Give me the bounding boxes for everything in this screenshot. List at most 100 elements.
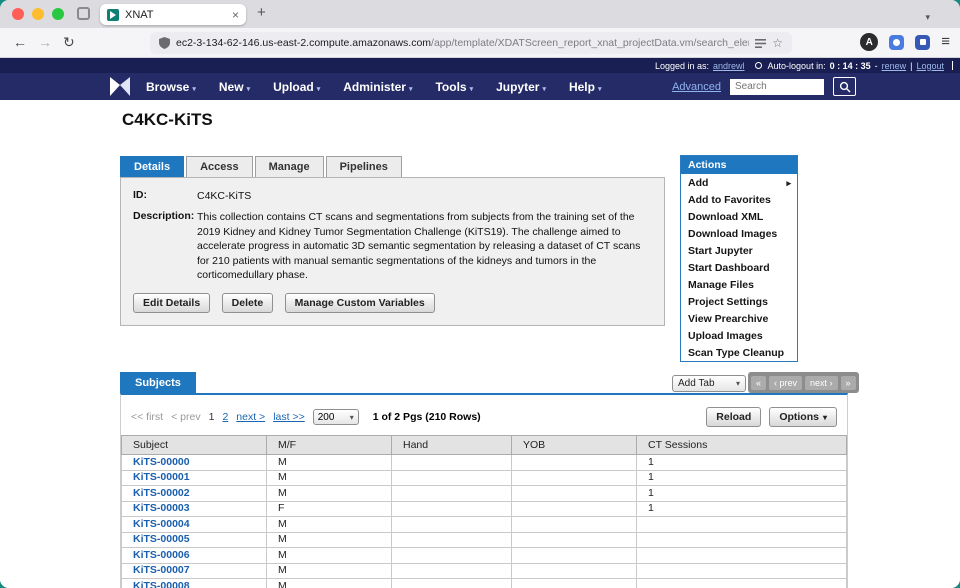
- manage-custom-variables-button[interactable]: Manage Custom Variables: [285, 293, 435, 313]
- description-label: Description:: [133, 210, 197, 282]
- subject-link[interactable]: KiTS-00007: [133, 564, 190, 576]
- action-view-prearchive[interactable]: View Prearchive: [681, 310, 797, 327]
- subject-link[interactable]: KiTS-00006: [133, 549, 190, 561]
- cell-hand: [392, 501, 512, 517]
- advanced-search-link[interactable]: Advanced: [672, 81, 721, 93]
- subject-link[interactable]: KiTS-00008: [133, 580, 190, 588]
- menu-help[interactable]: Help: [569, 80, 602, 94]
- cell-ct-sessions: 1: [637, 501, 847, 517]
- table-row: KiTS-00000 M 1: [122, 455, 847, 471]
- logout-link[interactable]: Logout: [916, 61, 944, 71]
- id-label: ID:: [133, 189, 197, 203]
- firefox-view-icon[interactable]: [77, 7, 90, 20]
- reload-button[interactable]: Reload: [706, 407, 761, 427]
- column-header-ct-sessions[interactable]: CT Sessions: [637, 436, 847, 455]
- options-button[interactable]: Options: [769, 407, 837, 427]
- subject-link[interactable]: KiTS-00001: [133, 471, 190, 483]
- reader-mode-icon[interactable]: [755, 38, 766, 49]
- cell-hand: [392, 517, 512, 533]
- back-button[interactable]: [13, 34, 27, 50]
- shield-icon[interactable]: [159, 37, 170, 49]
- table-row: KiTS-00005 M: [122, 532, 847, 548]
- close-tab-icon[interactable]: [232, 6, 239, 24]
- search-input[interactable]: [730, 79, 824, 95]
- prev-page-link[interactable]: < prev: [171, 411, 200, 423]
- action-upload-images[interactable]: Upload Images: [681, 327, 797, 344]
- add-tab-select[interactable]: Add Tab: [672, 375, 746, 392]
- session-strip: Logged in as: andrewl Auto-logout in: 0 …: [0, 58, 960, 73]
- tab-subjects[interactable]: Subjects: [120, 372, 196, 394]
- pager-first-button[interactable]: «: [751, 376, 766, 390]
- renew-link[interactable]: renew: [882, 61, 907, 71]
- action-manage-files[interactable]: Manage Files: [681, 276, 797, 293]
- logged-in-label: Logged in as:: [655, 61, 709, 71]
- forward-button[interactable]: [38, 34, 52, 50]
- edit-details-button[interactable]: Edit Details: [133, 293, 210, 313]
- cell-yob: [512, 532, 637, 548]
- tab-details[interactable]: Details: [120, 156, 184, 178]
- next-page-link[interactable]: next >: [236, 411, 265, 423]
- page-content: C4KC-KiTS Details Access Manage Pipeline…: [0, 100, 960, 588]
- subject-link[interactable]: KiTS-00000: [133, 456, 190, 468]
- menu-tools[interactable]: Tools: [435, 80, 473, 94]
- minimize-window-button[interactable]: [32, 8, 44, 20]
- menu-upload[interactable]: Upload: [273, 80, 320, 94]
- extension-icon[interactable]: [889, 35, 904, 50]
- cell-yob: [512, 501, 637, 517]
- action-project-settings[interactable]: Project Settings: [681, 293, 797, 310]
- bookmark-star-icon[interactable]: [772, 34, 783, 52]
- pager-next-button[interactable]: next ›: [805, 376, 838, 390]
- menu-browse[interactable]: Browse: [146, 80, 196, 94]
- menu-jupyter[interactable]: Jupyter: [496, 80, 546, 94]
- action-add[interactable]: Add: [681, 174, 797, 191]
- pager-prev-button[interactable]: ‹ prev: [769, 376, 802, 390]
- subjects-table: Subject M/F Hand YOB CT Sessions KiTS-00…: [121, 435, 847, 588]
- current-page-number: 1: [209, 411, 215, 423]
- column-header-subject[interactable]: Subject: [122, 436, 267, 455]
- menu-new[interactable]: New: [219, 80, 250, 94]
- tab-list-chevron-icon[interactable]: [925, 7, 930, 25]
- first-page-link[interactable]: << first: [131, 411, 163, 423]
- page-size-select[interactable]: 200: [313, 409, 359, 425]
- action-download-images[interactable]: Download Images: [681, 225, 797, 242]
- cell-mf: M: [267, 486, 392, 502]
- action-scan-type-cleanup[interactable]: Scan Type Cleanup: [681, 344, 797, 361]
- search-button[interactable]: [833, 77, 856, 96]
- zoom-window-button[interactable]: [52, 8, 64, 20]
- action-add-to-favorites[interactable]: Add to Favorites: [681, 191, 797, 208]
- subject-link[interactable]: KiTS-00002: [133, 487, 190, 499]
- tab-manage[interactable]: Manage: [255, 156, 324, 178]
- xnat-logo[interactable]: [108, 77, 132, 96]
- page-title: C4KC-KiTS: [122, 110, 213, 130]
- username-link[interactable]: andrewl: [713, 61, 745, 71]
- cell-yob: [512, 579, 637, 588]
- column-header-mf[interactable]: M/F: [267, 436, 392, 455]
- column-header-hand[interactable]: Hand: [392, 436, 512, 455]
- action-start-jupyter[interactable]: Start Jupyter: [681, 242, 797, 259]
- address-bar[interactable]: ec2-3-134-62-146.us-east-2.compute.amazo…: [150, 32, 792, 54]
- menu-administer[interactable]: Administer: [343, 80, 412, 94]
- cell-mf: F: [267, 501, 392, 517]
- subject-link[interactable]: KiTS-00005: [133, 533, 190, 545]
- subject-link[interactable]: KiTS-00003: [133, 502, 190, 514]
- action-start-dashboard[interactable]: Start Dashboard: [681, 259, 797, 276]
- chevron-down-icon: [244, 80, 251, 94]
- browser-tab[interactable]: XNAT: [100, 4, 246, 25]
- subject-link[interactable]: KiTS-00004: [133, 518, 190, 530]
- tab-pipelines[interactable]: Pipelines: [326, 156, 402, 178]
- container-extension-icon[interactable]: [915, 35, 930, 50]
- close-window-button[interactable]: [12, 8, 24, 20]
- delete-button[interactable]: Delete: [222, 293, 274, 313]
- menu-hamburger-icon[interactable]: [941, 33, 950, 51]
- reload-page-button[interactable]: [63, 34, 75, 51]
- browser-tab-bar: XNAT: [0, 0, 960, 28]
- action-download-xml[interactable]: Download XML: [681, 208, 797, 225]
- cell-mf: M: [267, 455, 392, 471]
- profile-avatar[interactable]: A: [860, 33, 878, 51]
- tab-access[interactable]: Access: [186, 156, 253, 178]
- last-page-link[interactable]: last >>: [273, 411, 305, 423]
- pager-last-button[interactable]: »: [841, 376, 856, 390]
- new-tab-button[interactable]: [257, 4, 266, 22]
- column-header-yob[interactable]: YOB: [512, 436, 637, 455]
- page-2-link[interactable]: 2: [222, 411, 228, 423]
